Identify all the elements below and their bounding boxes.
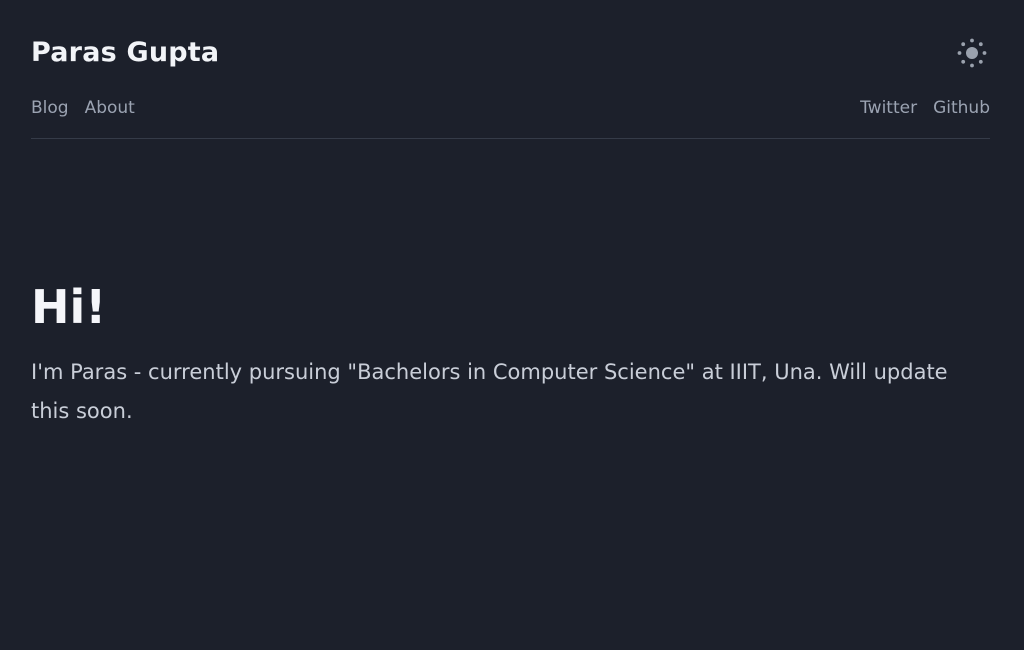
sun-icon xyxy=(956,37,988,69)
header-divider xyxy=(31,138,990,139)
primary-nav: Blog About xyxy=(31,96,135,120)
nav-link-twitter[interactable]: Twitter xyxy=(860,96,917,120)
page: Paras Gupta Blog About Twitter Github Hi… xyxy=(31,0,990,650)
site-title-link[interactable]: Paras Gupta xyxy=(31,35,219,71)
intro-paragraph: I'm Paras - currently pursuing "Bachelor… xyxy=(31,360,948,423)
nav-link-github[interactable]: Github xyxy=(933,96,990,120)
theme-toggle-button[interactable] xyxy=(956,37,988,69)
social-nav: Twitter Github xyxy=(860,96,990,120)
nav-link-about[interactable]: About xyxy=(85,96,135,120)
nav-link-blog[interactable]: Blog xyxy=(31,96,69,120)
greeting-heading: Hi! xyxy=(31,280,107,334)
